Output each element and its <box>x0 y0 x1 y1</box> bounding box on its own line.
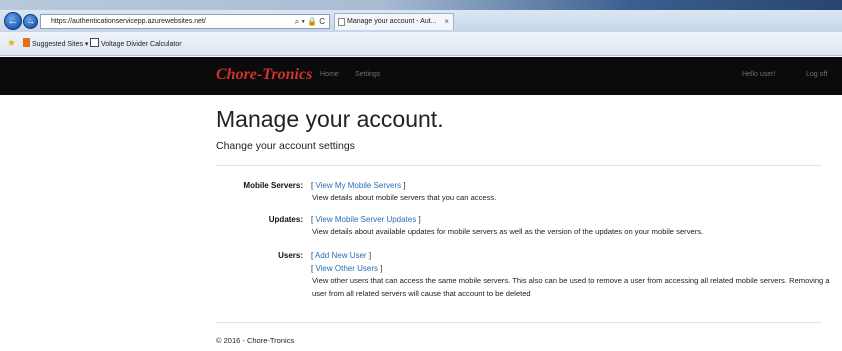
link-text[interactable]: View Other Users <box>315 264 378 273</box>
tab-title: Manage your account - Aut... <box>347 18 437 25</box>
back-glyph: ← <box>7 15 19 27</box>
section-description: View details about available updates for… <box>312 227 704 236</box>
browser-tab[interactable]: Manage your account - Aut... × <box>334 13 454 30</box>
favorites-star-icon[interactable]: ★ <box>7 38 16 50</box>
favorite-label: Suggested Sites ▾ <box>32 41 89 48</box>
link-text[interactable]: Add New User <box>315 251 367 260</box>
section-description: View details about mobile servers that y… <box>312 193 497 202</box>
forward-arrow-icon[interactable]: → <box>23 14 38 29</box>
section-label-users: Users: <box>278 251 303 260</box>
divider <box>216 322 822 323</box>
favorite-label: Voltage Divider Calculator <box>101 41 182 48</box>
divider <box>216 165 822 166</box>
nav-settings[interactable]: Settings <box>355 69 380 81</box>
back-arrow-icon[interactable]: ← <box>4 12 22 30</box>
section-label-mobile-servers: Mobile Servers: <box>243 181 303 190</box>
page-icon <box>90 38 99 47</box>
site-header: Chore-Tronics Home Settings Hello user! … <box>0 57 842 95</box>
section-description: View other users that can access the sam… <box>312 276 830 298</box>
address-bar[interactable]: https://authenticationservicepp.azureweb… <box>40 14 330 29</box>
nav-user-greeting[interactable]: Hello user! <box>742 69 775 81</box>
footer-copyright: © 2016 - Chore-Tronics <box>216 336 295 345</box>
page-favicon-icon <box>338 18 345 26</box>
address-url[interactable]: https://authenticationservicepp.azureweb… <box>51 15 206 28</box>
close-icon[interactable]: × <box>444 14 449 30</box>
page-subtitle: Change your account settings <box>216 140 355 152</box>
favorite-voltage-divider[interactable]: Voltage Divider Calculator <box>90 38 182 51</box>
link-view-other-users[interactable]: [ View Other Users ] <box>311 263 382 274</box>
suggested-sites-icon <box>23 38 30 47</box>
nav-log-off[interactable]: Log off <box>806 69 827 81</box>
window-titlebar <box>0 0 842 10</box>
link-view-mobile-server-updates[interactable]: [ View Mobile Server Updates ] <box>311 214 421 225</box>
section-label-updates: Updates: <box>268 215 303 224</box>
brand-logo[interactable]: Chore-Tronics <box>216 63 312 87</box>
nav-home[interactable]: Home <box>320 69 339 81</box>
link-add-new-user[interactable]: [ Add New User ] <box>311 250 371 261</box>
forward-glyph: → <box>26 16 35 26</box>
link-text[interactable]: View Mobile Server Updates <box>315 215 416 224</box>
link-text[interactable]: View My Mobile Servers <box>315 181 401 190</box>
address-controls[interactable]: ⌕ ▾ 🔒 C <box>295 15 325 28</box>
favorites-bar: ★ Suggested Sites ▾ Voltage Divider Calc… <box>0 32 842 56</box>
link-view-my-mobile-servers[interactable]: [ View My Mobile Servers ] <box>311 180 406 191</box>
page-title: Manage your account. <box>216 106 444 132</box>
favorite-suggested-sites[interactable]: Suggested Sites ▾ <box>23 38 88 51</box>
